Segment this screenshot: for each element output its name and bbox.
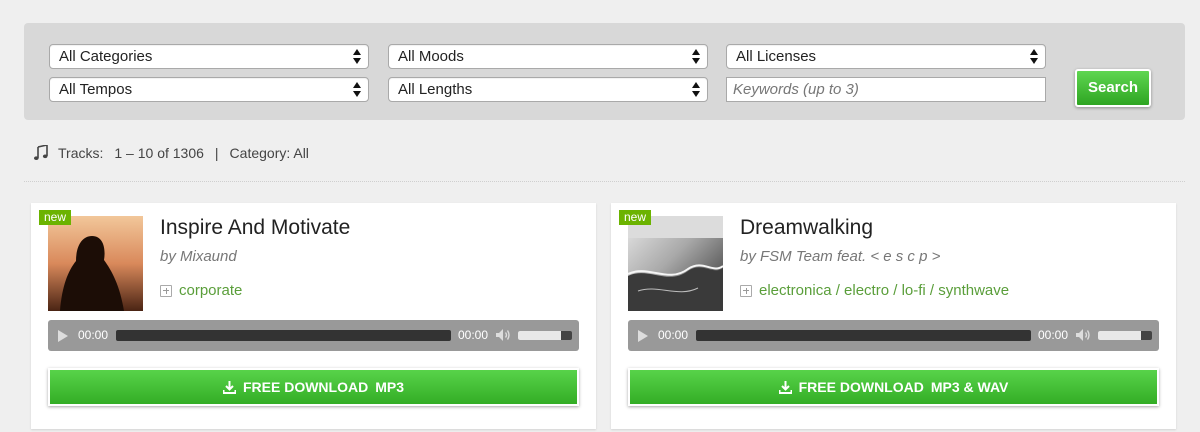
tracks-category: Category: All <box>229 145 309 161</box>
track-tag-links[interactable]: corporate <box>179 282 242 299</box>
progress-rail[interactable] <box>696 330 1031 341</box>
volume-level <box>518 331 562 340</box>
play-icon[interactable] <box>638 330 648 342</box>
tracks-range: 1 – 10 of 1306 <box>114 145 204 161</box>
select-arrows-icon <box>691 81 701 98</box>
license-select[interactable]: All Licenses <box>726 44 1046 69</box>
length-select-value: All Lengths <box>398 81 473 98</box>
track-tags: corporate <box>160 282 242 299</box>
track-tags: electronica / electro / lo-fi / synthwav… <box>740 282 1009 299</box>
track-artwork[interactable] <box>48 216 143 311</box>
download-format: MP3 <box>375 379 404 395</box>
track-tag-links[interactable]: electronica / electro / lo-fi / synthwav… <box>759 282 1009 299</box>
new-badge: new <box>619 210 652 225</box>
tracks-info: Tracks: 1 – 10 of 1306 | Category: All <box>34 144 309 162</box>
volume-icon[interactable] <box>495 328 511 342</box>
volume-slider[interactable] <box>1098 331 1152 340</box>
category-select-value: All Categories <box>59 48 153 65</box>
total-time: 00:00 <box>1038 328 1069 342</box>
download-icon <box>778 380 792 394</box>
category-select[interactable]: All Categories <box>49 44 369 69</box>
audio-player: 00:00 00:00 <box>628 320 1159 351</box>
tempo-select[interactable]: All Tempos <box>49 77 369 102</box>
new-badge: new <box>39 210 72 225</box>
tracks-separator: | <box>214 145 219 161</box>
expand-icon[interactable] <box>740 284 752 297</box>
download-label: FREE DOWNLOAD <box>242 379 369 395</box>
select-arrows-icon <box>352 48 362 65</box>
current-time: 00:00 <box>658 328 689 342</box>
track-card: new Dreamwalking by FSM Team feat. < e s… <box>611 203 1176 429</box>
divider <box>24 181 1185 182</box>
music-note-icon <box>34 145 48 160</box>
volume-slider[interactable] <box>518 331 572 340</box>
mood-select-value: All Moods <box>398 48 464 65</box>
tracks-label: Tracks: <box>58 145 104 161</box>
track-artwork[interactable] <box>628 216 723 311</box>
free-download-button[interactable]: FREE DOWNLOAD MP3 <box>48 368 579 406</box>
track-title[interactable]: Dreamwalking <box>740 216 873 240</box>
free-download-button[interactable]: FREE DOWNLOAD MP3 & WAV <box>628 368 1159 406</box>
volume-level <box>1098 331 1142 340</box>
select-arrows-icon <box>352 81 362 98</box>
track-title[interactable]: Inspire And Motivate <box>160 216 350 240</box>
track-card: new Inspire And Motivate by Mixaund corp… <box>31 203 596 429</box>
audio-player: 00:00 00:00 <box>48 320 579 351</box>
volume-icon[interactable] <box>1075 328 1091 342</box>
tempo-select-value: All Tempos <box>59 81 133 98</box>
keywords-input[interactable] <box>726 77 1046 102</box>
filter-panel: All Categories All Moods All Licenses Al… <box>24 23 1185 120</box>
download-label: FREE DOWNLOAD <box>798 379 924 395</box>
current-time: 00:00 <box>78 328 109 342</box>
download-format: MP3 & WAV <box>930 379 1009 395</box>
mood-select[interactable]: All Moods <box>388 44 708 69</box>
download-icon <box>222 380 236 394</box>
select-arrows-icon <box>691 48 701 65</box>
select-arrows-icon <box>1029 48 1039 65</box>
progress-rail[interactable] <box>116 330 451 341</box>
track-artist[interactable]: by FSM Team feat. < e s c p > <box>740 248 940 265</box>
search-button[interactable]: Search <box>1075 69 1151 107</box>
expand-icon[interactable] <box>160 284 172 297</box>
track-artist[interactable]: by Mixaund <box>160 248 237 265</box>
length-select[interactable]: All Lengths <box>388 77 708 102</box>
total-time: 00:00 <box>458 328 489 342</box>
license-select-value: All Licenses <box>736 48 817 65</box>
play-icon[interactable] <box>58 330 68 342</box>
